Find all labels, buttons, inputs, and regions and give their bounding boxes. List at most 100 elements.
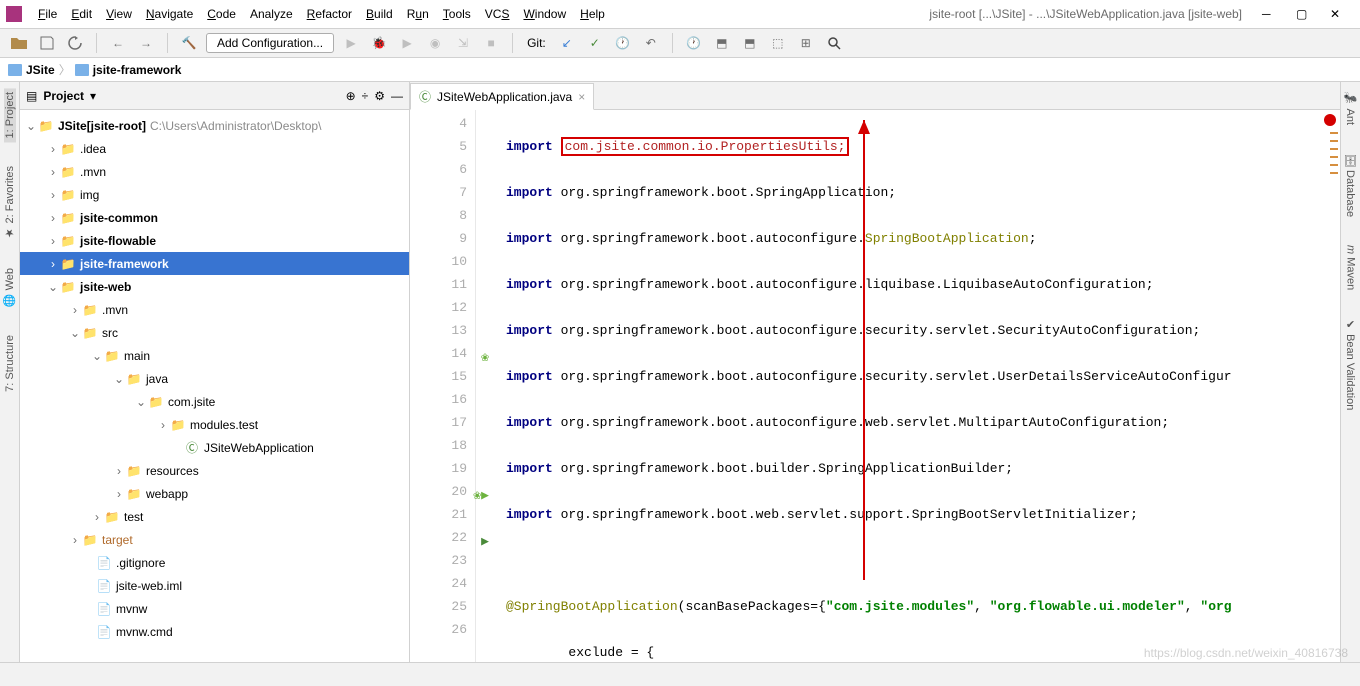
git-rollback-icon[interactable]: ↶: [640, 32, 662, 54]
tree-node[interactable]: ⌄📁java: [20, 367, 409, 390]
git-update-icon[interactable]: ↙: [556, 32, 578, 54]
spring-run-icon[interactable]: ❀▶: [473, 484, 489, 507]
menu-navigate[interactable]: Navigate: [140, 5, 199, 23]
search-icon[interactable]: [823, 32, 845, 54]
tree-node[interactable]: ›📁webapp: [20, 482, 409, 505]
project-tool-window: ▤ Project ▾ ⊕ ÷ ⚙ — ⌄📁JSite [jsite-root]…: [20, 82, 410, 662]
tool-database[interactable]: 🗄 Database: [1344, 149, 1357, 221]
menu-refactor[interactable]: Refactor: [301, 5, 358, 23]
class-icon: Ⓒ: [419, 88, 431, 105]
tree-node[interactable]: ›📁.mvn: [20, 160, 409, 183]
window-title: jsite-root [...\JSite] - ...\JSiteWebApp…: [929, 7, 1242, 21]
run-gutter-icon[interactable]: ▶: [481, 530, 489, 553]
divide-icon[interactable]: ÷: [362, 89, 369, 103]
menu-view[interactable]: View: [100, 5, 138, 23]
tree-node-file[interactable]: 📄mvnw: [20, 597, 409, 620]
collapse-icon[interactable]: —: [391, 89, 403, 103]
tbicon-3[interactable]: ⬚: [767, 32, 789, 54]
hammer-icon[interactable]: 🔨: [178, 32, 200, 54]
menu-file[interactable]: FFileile: [32, 5, 63, 23]
run-config-selector[interactable]: Add Configuration...: [206, 33, 334, 53]
open-icon[interactable]: [8, 32, 30, 54]
tree-node-file[interactable]: 📄jsite-web.iml: [20, 574, 409, 597]
history-icon[interactable]: 🕐: [683, 32, 705, 54]
stop-icon[interactable]: ■: [480, 32, 502, 54]
tree-node-root[interactable]: ⌄📁JSite [jsite-root]C:\Users\Administrat…: [20, 114, 409, 137]
tree-node[interactable]: ›📁target: [20, 528, 409, 551]
tool-ant[interactable]: 🐜 Ant: [1344, 88, 1357, 129]
menu-tools[interactable]: Tools: [437, 5, 477, 23]
main-toolbar: ← → 🔨 Add Configuration... ▶ 🐞 ▶ ◉ ⇲ ■ G…: [0, 28, 1360, 58]
menu-edit[interactable]: Edit: [65, 5, 98, 23]
profile-icon[interactable]: ◉: [424, 32, 446, 54]
menu-build[interactable]: Build: [360, 5, 399, 23]
editor-tab[interactable]: Ⓒ JSiteWebApplication.java ×: [410, 83, 594, 110]
breadcrumb-item[interactable]: JSite: [8, 63, 55, 77]
tool-project[interactable]: 1: Project: [4, 88, 16, 142]
menu-window[interactable]: Window: [517, 5, 572, 23]
breadcrumb-item[interactable]: jsite-framework: [75, 63, 182, 77]
close-icon[interactable]: ✕: [1330, 7, 1344, 21]
tool-maven[interactable]: m Maven: [1345, 241, 1357, 294]
refresh-icon[interactable]: [64, 32, 86, 54]
tree-node[interactable]: ⌄📁main: [20, 344, 409, 367]
tree-node-file[interactable]: 📄.gitignore: [20, 551, 409, 574]
tree-node[interactable]: ⌄📁jsite-web: [20, 275, 409, 298]
tree-node[interactable]: ›📁test: [20, 505, 409, 528]
git-label: Git:: [523, 36, 550, 50]
attach-icon[interactable]: ⇲: [452, 32, 474, 54]
project-view-icon: ▤: [26, 89, 37, 103]
dropdown-icon[interactable]: ▾: [90, 89, 96, 103]
tree-node[interactable]: ›📁.mvn: [20, 298, 409, 321]
project-tree[interactable]: ⌄📁JSite [jsite-root]C:\Users\Administrat…: [20, 110, 409, 662]
tool-web[interactable]: 🌐 Web: [3, 264, 16, 311]
tbicon-2[interactable]: ⬒: [739, 32, 761, 54]
git-history-icon[interactable]: 🕐: [612, 32, 634, 54]
tree-node[interactable]: ›📁.idea: [20, 137, 409, 160]
tree-node-file[interactable]: 📄mvnw.cmd: [20, 620, 409, 643]
run-icon[interactable]: ▶: [340, 32, 362, 54]
coverage-icon[interactable]: ▶: [396, 32, 418, 54]
error-stripe[interactable]: [1330, 126, 1340, 180]
spring-icon[interactable]: ❀: [481, 346, 489, 369]
minimize-icon[interactable]: ─: [1262, 7, 1276, 21]
editor[interactable]: 45678910111213 14❀ 1516171819 20❀▶ 21 22…: [410, 110, 1340, 662]
code-area[interactable]: import com.jsite.common.io.PropertiesUti…: [476, 110, 1340, 662]
tree-node[interactable]: ›📁jsite-common: [20, 206, 409, 229]
project-title: Project: [43, 89, 84, 103]
tbicon-1[interactable]: ⬒: [711, 32, 733, 54]
tree-node[interactable]: ›📁jsite-flowable: [20, 229, 409, 252]
menu-vcs[interactable]: VCS: [479, 5, 516, 23]
tree-node[interactable]: ›📁resources: [20, 459, 409, 482]
maximize-icon[interactable]: ▢: [1296, 7, 1310, 21]
tbicon-4[interactable]: ⊞: [795, 32, 817, 54]
tree-node-selected[interactable]: ›📁jsite-framework: [20, 252, 409, 275]
project-header: ▤ Project ▾ ⊕ ÷ ⚙ —: [20, 82, 409, 110]
tool-bean[interactable]: ✔ Bean Validation: [1344, 314, 1357, 414]
gear-icon[interactable]: ⚙: [374, 89, 385, 103]
tool-favorites[interactable]: ★ 2: Favorites: [3, 162, 16, 244]
navigation-bar: JSite 〉 jsite-framework: [0, 58, 1360, 82]
tree-node-file[interactable]: ⒸJSiteWebApplication: [20, 436, 409, 459]
menu-analyze[interactable]: Analyze: [244, 5, 299, 23]
tree-node[interactable]: ›📁img: [20, 183, 409, 206]
tree-node[interactable]: ⌄📁com.jsite: [20, 390, 409, 413]
tree-node[interactable]: ⌄📁src: [20, 321, 409, 344]
tab-label: JSiteWebApplication.java: [437, 90, 572, 104]
save-icon[interactable]: [36, 32, 58, 54]
tree-node[interactable]: ›📁modules.test: [20, 413, 409, 436]
scroll-from-source-icon[interactable]: ⊕: [346, 89, 356, 103]
chevron-right-icon: 〉: [59, 61, 71, 78]
error-indicator-icon[interactable]: [1324, 114, 1336, 126]
menu-help[interactable]: Help: [574, 5, 611, 23]
debug-icon[interactable]: 🐞: [368, 32, 390, 54]
editor-panel: Ⓒ JSiteWebApplication.java × 45678910111…: [410, 82, 1340, 662]
tab-close-icon[interactable]: ×: [578, 90, 585, 104]
forward-icon[interactable]: →: [135, 32, 157, 54]
tool-structure[interactable]: 7: Structure: [4, 331, 16, 396]
menu-code[interactable]: Code: [201, 5, 242, 23]
menu-run[interactable]: Run: [401, 5, 435, 23]
git-commit-icon[interactable]: ✓: [584, 32, 606, 54]
back-icon[interactable]: ←: [107, 32, 129, 54]
line-gutter[interactable]: 45678910111213 14❀ 1516171819 20❀▶ 21 22…: [410, 110, 476, 662]
